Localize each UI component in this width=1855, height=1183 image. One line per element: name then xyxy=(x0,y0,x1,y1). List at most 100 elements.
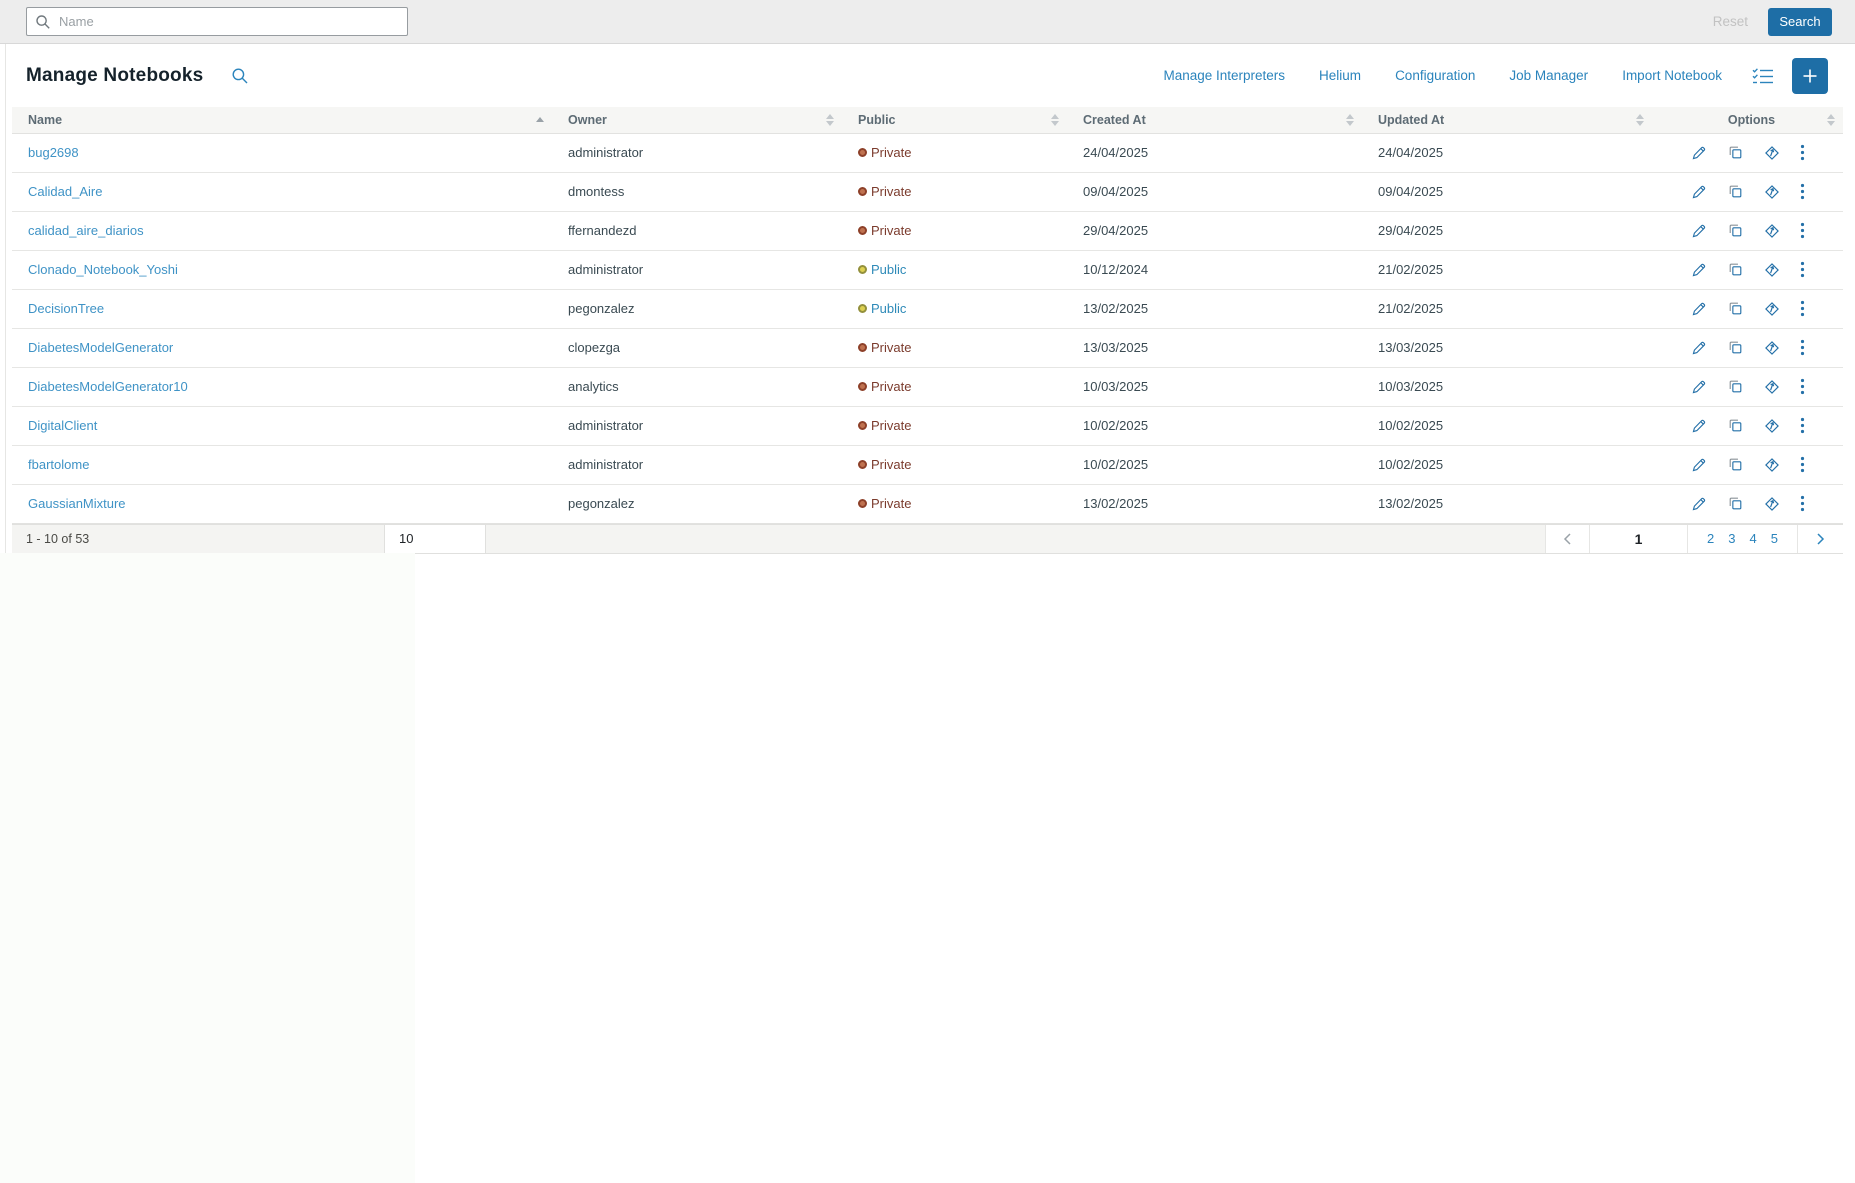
visibility-label: Private xyxy=(871,457,912,472)
create-notebook-button[interactable] xyxy=(1792,57,1828,94)
clone-copy-icon[interactable] xyxy=(1727,300,1744,317)
visibility-label: Private xyxy=(871,223,912,238)
more-kebab-icon[interactable] xyxy=(1800,456,1805,473)
column-label: Options xyxy=(1727,112,1776,127)
visibility-dot-icon xyxy=(858,421,867,430)
table-row: DecisionTree pegonzalez Public 13/02/202… xyxy=(12,288,1843,328)
page-link-5[interactable]: 5 xyxy=(1771,531,1778,546)
edit-pencil-icon[interactable] xyxy=(1691,495,1708,512)
export-diamond-arrow-icon[interactable] xyxy=(1763,417,1781,435)
nav-link-job-manager[interactable]: Job Manager xyxy=(1509,68,1588,83)
options-cell xyxy=(1652,171,1843,211)
nav-link-helium[interactable]: Helium xyxy=(1319,68,1361,83)
notebook-name-link[interactable]: GaussianMixture xyxy=(28,496,126,511)
notebook-name-link[interactable]: DecisionTree xyxy=(28,301,104,316)
updated-at-cell: 10/02/2025 xyxy=(1362,444,1652,484)
nav-link-import-notebook[interactable]: Import Notebook xyxy=(1622,68,1722,83)
clone-copy-icon[interactable] xyxy=(1727,339,1744,356)
notebook-list-icon[interactable] xyxy=(1752,67,1774,85)
clone-copy-icon[interactable] xyxy=(1727,456,1744,473)
top-filter-bar: Reset Search xyxy=(0,0,1855,44)
clone-copy-icon[interactable] xyxy=(1727,495,1744,512)
edit-pencil-icon[interactable] xyxy=(1691,144,1708,161)
clone-copy-icon[interactable] xyxy=(1727,261,1744,278)
column-header-name[interactable]: Name xyxy=(12,107,552,133)
more-kebab-icon[interactable] xyxy=(1800,378,1805,395)
next-page-button[interactable] xyxy=(1797,524,1843,553)
created-at-cell: 10/02/2025 xyxy=(1067,405,1362,445)
clone-copy-icon[interactable] xyxy=(1727,183,1744,200)
updated-at-cell: 13/02/2025 xyxy=(1362,483,1652,524)
export-diamond-arrow-icon[interactable] xyxy=(1763,456,1781,474)
notebook-name-link[interactable]: calidad_aire_diarios xyxy=(28,223,144,238)
page-size-select[interactable]: 10 xyxy=(384,524,486,553)
owner-cell: administrator xyxy=(552,405,842,445)
edit-pencil-icon[interactable] xyxy=(1691,417,1708,434)
export-diamond-arrow-icon[interactable] xyxy=(1763,339,1781,357)
name-filter-box[interactable] xyxy=(26,7,408,36)
edit-pencil-icon[interactable] xyxy=(1691,222,1708,239)
created-at-cell: 24/04/2025 xyxy=(1067,132,1362,172)
clone-copy-icon[interactable] xyxy=(1727,144,1744,161)
visibility-cell: Private xyxy=(842,132,1067,172)
clone-copy-icon[interactable] xyxy=(1727,417,1744,434)
nav-link-manage-interpreters[interactable]: Manage Interpreters xyxy=(1163,68,1285,83)
page-number-links: 2345 xyxy=(1687,524,1797,553)
more-kebab-icon[interactable] xyxy=(1800,495,1805,512)
search-button[interactable]: Search xyxy=(1768,7,1832,36)
name-filter-input[interactable] xyxy=(59,14,399,29)
table-row: Calidad_Aire dmontess Private 09/04/2025… xyxy=(12,171,1843,211)
export-diamond-arrow-icon[interactable] xyxy=(1763,222,1781,240)
export-diamond-arrow-icon[interactable] xyxy=(1763,495,1781,513)
edit-pencil-icon[interactable] xyxy=(1691,183,1708,200)
export-diamond-arrow-icon[interactable] xyxy=(1763,300,1781,318)
clone-copy-icon[interactable] xyxy=(1727,222,1744,239)
column-label: Updated At xyxy=(1378,112,1445,127)
notebook-name-link[interactable]: Calidad_Aire xyxy=(28,184,102,199)
page-link-2[interactable]: 2 xyxy=(1707,531,1714,546)
visibility-dot-icon xyxy=(858,265,867,274)
edit-pencil-icon[interactable] xyxy=(1691,339,1708,356)
owner-cell: administrator xyxy=(552,132,842,172)
more-kebab-icon[interactable] xyxy=(1800,339,1805,356)
edit-pencil-icon[interactable] xyxy=(1691,378,1708,395)
more-kebab-icon[interactable] xyxy=(1800,261,1805,278)
notebook-name-link[interactable]: bug2698 xyxy=(28,145,79,160)
more-kebab-icon[interactable] xyxy=(1800,417,1805,434)
notebook-name-link[interactable]: DiabetesModelGenerator10 xyxy=(28,379,188,394)
more-kebab-icon[interactable] xyxy=(1800,300,1805,317)
column-header-public[interactable]: Public xyxy=(842,107,1067,133)
notebook-name-link[interactable]: DigitalClient xyxy=(28,418,97,433)
column-header-created[interactable]: Created At xyxy=(1067,107,1362,133)
visibility-label: Private xyxy=(871,496,912,511)
visibility-cell: Private xyxy=(842,210,1067,250)
clone-copy-icon[interactable] xyxy=(1727,378,1744,395)
page-link-4[interactable]: 4 xyxy=(1750,531,1757,546)
export-diamond-arrow-icon[interactable] xyxy=(1763,183,1781,201)
notebook-name-link[interactable]: fbartolome xyxy=(28,457,89,472)
visibility-label: Public xyxy=(871,301,907,316)
more-kebab-icon[interactable] xyxy=(1800,144,1805,161)
updated-at-cell: 10/02/2025 xyxy=(1362,405,1652,445)
title-search-icon[interactable] xyxy=(231,67,249,85)
previous-page-button[interactable] xyxy=(1545,524,1589,553)
edit-pencil-icon[interactable] xyxy=(1691,456,1708,473)
more-kebab-icon[interactable] xyxy=(1800,222,1805,239)
edit-pencil-icon[interactable] xyxy=(1691,261,1708,278)
column-label: Created At xyxy=(1083,112,1146,127)
visibility-dot-icon xyxy=(858,343,867,352)
notebook-name-link[interactable]: Clonado_Notebook_Yoshi xyxy=(28,262,178,277)
page-link-3[interactable]: 3 xyxy=(1728,531,1735,546)
edit-pencil-icon[interactable] xyxy=(1691,300,1708,317)
reset-button[interactable]: Reset xyxy=(1713,14,1748,29)
nav-link-configuration[interactable]: Configuration xyxy=(1395,68,1475,83)
column-header-owner[interactable]: Owner xyxy=(552,107,842,133)
more-kebab-icon[interactable] xyxy=(1800,183,1805,200)
export-diamond-arrow-icon[interactable] xyxy=(1763,261,1781,279)
export-diamond-arrow-icon[interactable] xyxy=(1763,378,1781,396)
column-header-updated[interactable]: Updated At xyxy=(1362,107,1652,133)
export-diamond-arrow-icon[interactable] xyxy=(1763,144,1781,162)
column-header-options[interactable]: Options xyxy=(1652,107,1843,133)
notebook-name-link[interactable]: DiabetesModelGenerator xyxy=(28,340,173,355)
visibility-label: Private xyxy=(871,418,912,433)
